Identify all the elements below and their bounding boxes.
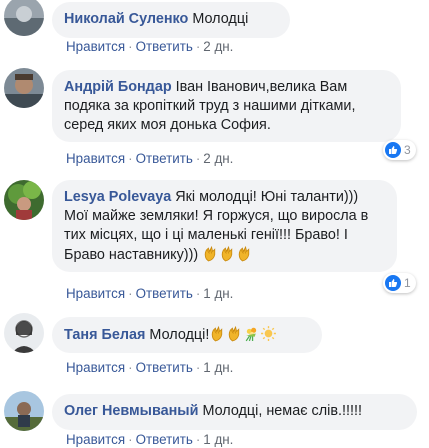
clapping-hands-icon bbox=[209, 325, 226, 342]
comment-text: Молодці! bbox=[149, 327, 210, 343]
sun-icon bbox=[260, 325, 277, 342]
bouquet-icon bbox=[243, 325, 260, 342]
comment-bubble: Николай Суленко Молодці bbox=[52, 2, 290, 38]
comment-actions: Нравится · Ответить · 1 дн. bbox=[66, 360, 234, 375]
comment-bubble: Андрій Бондар Іван Іванович,велика Вам п… bbox=[52, 70, 401, 142]
reaction-summary[interactable]: 3 bbox=[383, 140, 416, 160]
reply-link[interactable]: Ответить bbox=[136, 286, 193, 301]
comment-author[interactable]: Николай Суленко bbox=[64, 11, 188, 27]
clapping-hands-icon bbox=[226, 325, 243, 342]
comment-author[interactable]: Таня Белая bbox=[64, 327, 145, 343]
comment-actions: Нравится · Ответить · 2 дн. bbox=[66, 39, 234, 54]
reply-link[interactable]: Ответить bbox=[136, 151, 193, 166]
comment-actions: Нравится · Ответить · 2 дн. bbox=[66, 151, 234, 166]
like-link[interactable]: Нравится bbox=[66, 151, 125, 166]
clapping-hands-icon bbox=[219, 245, 236, 262]
comment-bubble: Олег Невмываный Молодці, немає слів.!!!!… bbox=[52, 394, 417, 430]
reaction-count: 1 bbox=[404, 276, 411, 290]
timestamp[interactable]: 2 дн. bbox=[203, 39, 233, 54]
comment-author[interactable]: Андрій Бондар bbox=[64, 79, 172, 95]
like-icon bbox=[385, 142, 401, 158]
avatar[interactable] bbox=[4, 0, 44, 36]
avatar[interactable] bbox=[4, 180, 44, 220]
emoji-group bbox=[202, 247, 253, 263]
comment-bubble: Lesya Polevaya Які молодці! Юні таланти)… bbox=[52, 180, 397, 272]
comment-actions: Нравится · Ответить · 1 дн. bbox=[66, 286, 234, 301]
comment-author[interactable]: Lesya Polevaya bbox=[64, 189, 171, 205]
avatar[interactable] bbox=[4, 313, 44, 353]
comment-text: Молодці, немає слів.!!!!! bbox=[202, 403, 362, 419]
like-link[interactable]: Нравится bbox=[66, 286, 125, 301]
reply-link[interactable]: Ответить bbox=[136, 39, 193, 54]
reply-link[interactable]: Ответить bbox=[136, 360, 193, 375]
reply-link[interactable]: Ответить bbox=[136, 432, 193, 447]
like-link[interactable]: Нравится bbox=[66, 432, 125, 447]
timestamp[interactable]: 1 дн. bbox=[203, 286, 233, 301]
comment-author[interactable]: Олег Невмываный bbox=[64, 403, 198, 419]
reaction-count: 3 bbox=[404, 143, 411, 157]
avatar[interactable] bbox=[4, 68, 44, 108]
reaction-summary[interactable]: 1 bbox=[383, 273, 416, 293]
clapping-hands-icon bbox=[236, 245, 253, 262]
like-link[interactable]: Нравится bbox=[66, 39, 125, 54]
avatar[interactable] bbox=[4, 391, 44, 431]
timestamp[interactable]: 1 дн. bbox=[203, 432, 233, 447]
timestamp[interactable]: 1 дн. bbox=[203, 360, 233, 375]
emoji-group bbox=[209, 327, 277, 343]
comment-text: Молодці bbox=[192, 11, 249, 27]
like-icon bbox=[385, 275, 401, 291]
timestamp[interactable]: 2 дн. bbox=[203, 151, 233, 166]
like-link[interactable]: Нравится bbox=[66, 360, 125, 375]
clapping-hands-icon bbox=[202, 245, 219, 262]
comment-bubble: Таня Белая Молодці! bbox=[52, 317, 322, 353]
